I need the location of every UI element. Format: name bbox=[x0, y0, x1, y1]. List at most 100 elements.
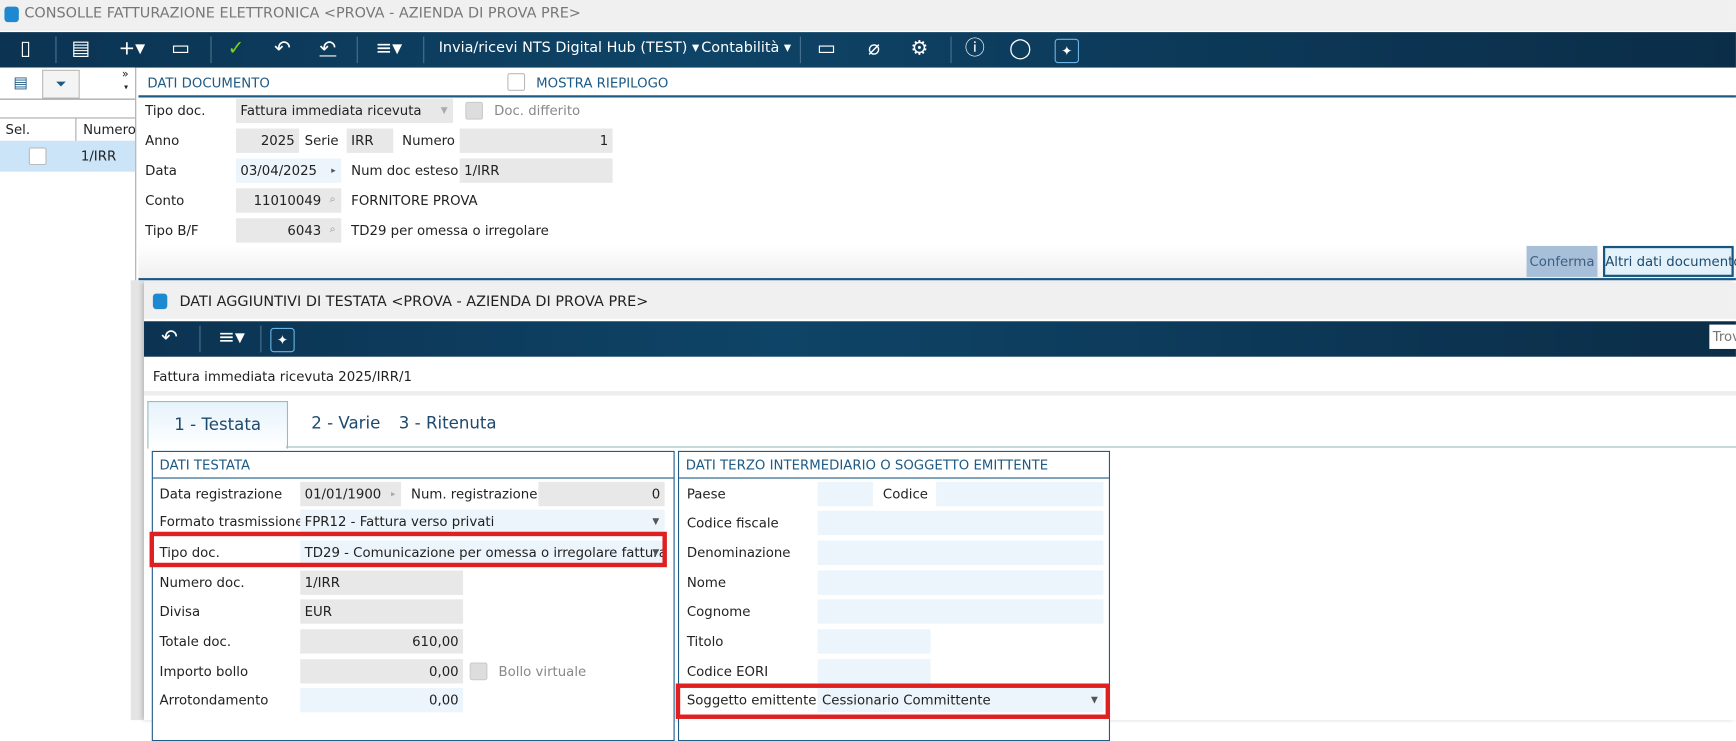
anno-label: Anno bbox=[145, 132, 180, 149]
bollo-virtuale-checkbox[interactable] bbox=[469, 662, 488, 681]
date-picker-icon: ▸ bbox=[331, 165, 336, 176]
codice-fiscale-field[interactable] bbox=[817, 510, 1104, 536]
titolo-label: Titolo bbox=[686, 633, 724, 650]
search-icon: ⌕ bbox=[329, 193, 336, 207]
paese-field[interactable] bbox=[817, 481, 873, 507]
open-folder-icon[interactable]: ▭ bbox=[168, 32, 192, 65]
anno-field[interactable]: 2025 bbox=[235, 128, 300, 153]
formato-trasmissione-label: Formato trasmissione bbox=[159, 514, 304, 530]
num-registrazione-label: Num. registrazione bbox=[410, 486, 538, 502]
app-icon bbox=[4, 6, 19, 23]
find-input[interactable] bbox=[1709, 324, 1736, 349]
panel-toggle-icon[interactable]: ▯ bbox=[13, 32, 37, 65]
monitor-icon[interactable]: ▭ bbox=[814, 32, 838, 65]
cognome-label: Cognome bbox=[686, 603, 751, 620]
tipo-doc-select[interactable]: Fattura immediata ricevuta ▼ bbox=[235, 98, 454, 123]
importo-bollo-label: Importo bollo bbox=[159, 663, 249, 680]
dati-testata-header: DATI TESTATA bbox=[159, 457, 251, 474]
dati-testata-panel: DATI TESTATA Data registrazione 01/01/19… bbox=[151, 450, 675, 741]
back-icon[interactable]: ↶ bbox=[157, 321, 181, 354]
dropdown-icon[interactable]: ▾ bbox=[124, 83, 128, 92]
num-esteso-label: Num doc esteso bbox=[351, 162, 459, 179]
codice-field[interactable] bbox=[936, 481, 1104, 507]
numero-doc-label: Numero doc. bbox=[159, 574, 245, 591]
row-checkbox[interactable] bbox=[28, 147, 47, 166]
gear-icon[interactable]: ⚙ bbox=[907, 32, 931, 65]
conto-field[interactable]: 11010049 ⌕ bbox=[235, 188, 342, 213]
hub-menu[interactable]: Invia/ricevi NTS Digital Hub (TEST) ▾ bbox=[439, 32, 700, 65]
paese-label: Paese bbox=[686, 486, 726, 502]
importo-bollo-field[interactable]: 0,00 bbox=[300, 659, 464, 684]
ai-sparkle-icon[interactable]: ✦ bbox=[1054, 38, 1079, 64]
doc-differito-checkbox[interactable] bbox=[465, 101, 484, 120]
menu-icon[interactable]: ≡▾ bbox=[370, 32, 408, 65]
num-registrazione-field[interactable]: 0 bbox=[538, 481, 665, 507]
table-row[interactable]: 1/IRR bbox=[0, 140, 136, 172]
dialog-app-icon bbox=[152, 293, 168, 310]
arrotondamento-label: Arrotondamento bbox=[159, 692, 269, 708]
paperclip-icon[interactable]: ⌀ bbox=[862, 32, 886, 65]
codice-fiscale-label: Codice fiscale bbox=[686, 515, 779, 531]
col-sel[interactable]: Sel. bbox=[6, 122, 31, 138]
numero-doc-field[interactable]: 1/IRR bbox=[300, 570, 464, 595]
contabilita-menu[interactable]: Contabilità ▾ bbox=[701, 32, 791, 65]
formato-trasmissione-select[interactable]: FPR12 - Fattura verso privati ▼ bbox=[300, 509, 665, 534]
menu-icon[interactable]: ≡▾ bbox=[213, 321, 251, 354]
cognome-field[interactable] bbox=[817, 599, 1104, 624]
tab-testata[interactable]: 1 - Testata bbox=[147, 401, 289, 449]
codice-label: Codice bbox=[882, 486, 928, 502]
doc-differito-label: Doc. differito bbox=[494, 103, 581, 119]
mostra-riepilogo-checkbox[interactable] bbox=[507, 73, 526, 91]
serie-label: Serie bbox=[304, 132, 339, 149]
numero-label: Numero bbox=[402, 132, 455, 149]
serie-field[interactable]: IRR bbox=[346, 128, 394, 153]
ai-sparkle-icon[interactable]: ✦ bbox=[270, 327, 295, 353]
conferma-button[interactable]: Conferma bbox=[1526, 245, 1598, 277]
divisa-field[interactable]: EUR bbox=[300, 599, 464, 624]
nome-field[interactable] bbox=[817, 570, 1104, 595]
dialog-toolbar: ↶ ≡▾ ✦ bbox=[144, 321, 1736, 357]
list-view-icon[interactable]: ▤ bbox=[13, 74, 28, 92]
chat-icon[interactable]: ◯ bbox=[1008, 32, 1032, 65]
help-icon[interactable]: ⓘ bbox=[963, 32, 987, 65]
document-list-icon[interactable]: ▤ bbox=[69, 32, 93, 65]
altri-dati-documento-button[interactable]: Altri dati documento bbox=[1602, 245, 1736, 277]
divisa-label: Divisa bbox=[159, 603, 201, 620]
codice-eori-field[interactable] bbox=[817, 659, 931, 684]
tipobf-field[interactable]: 6043 ⌕ bbox=[235, 218, 342, 243]
document-subtitle: Fattura immediata ricevuta 2025/IRR/1 bbox=[152, 368, 412, 385]
tipobf-label: Tipo B/F bbox=[145, 222, 199, 239]
totale-doc-field[interactable]: 610,00 bbox=[300, 629, 464, 654]
denominazione-field[interactable] bbox=[817, 540, 1104, 565]
data-field[interactable]: 03/04/2025 ▸ bbox=[235, 158, 342, 183]
mostra-riepilogo-label: MOSTRA RIEPILOGO bbox=[536, 75, 669, 91]
title-bar: CONSOLLE FATTURAZIONE ELETTRONICA <PROVA… bbox=[0, 0, 1736, 32]
filter-tab[interactable]: ⏷ bbox=[42, 69, 80, 99]
col-numero[interactable]: Numero bbox=[83, 122, 136, 138]
data-label: Data bbox=[145, 162, 177, 179]
codice-eori-label: Codice EORI bbox=[686, 663, 769, 680]
search-icon: ⌕ bbox=[329, 223, 336, 236]
dialog-title: DATI AGGIUNTIVI DI TESTATA <PROVA - AZIE… bbox=[179, 293, 649, 311]
confirm-check-icon[interactable]: ✓ bbox=[224, 32, 248, 65]
num-esteso-field[interactable]: 1/IRR bbox=[459, 158, 613, 183]
titolo-field[interactable] bbox=[817, 629, 931, 654]
expand-icon[interactable]: » bbox=[122, 69, 129, 81]
arrotondamento-field[interactable]: 0,00 bbox=[300, 687, 464, 713]
left-panel: ▤ ⏷ » ▾ Sel. Numero 1/IRR bbox=[0, 67, 137, 721]
add-icon[interactable]: +▾ bbox=[113, 32, 151, 65]
denominazione-label: Denominazione bbox=[686, 545, 791, 561]
row-numero: 1/IRR bbox=[80, 148, 117, 164]
main-toolbar: ▯ ▤ +▾ ▭ ✓ ↶ ↶ ≡▾ Invia/ricevi NTS Digit… bbox=[0, 32, 1736, 68]
undo-icon[interactable]: ↶ bbox=[270, 32, 294, 65]
tab-ritenuta[interactable]: 3 - Ritenuta bbox=[399, 401, 497, 445]
undo-all-icon[interactable]: ↶ bbox=[316, 32, 340, 65]
data-registrazione-label: Data registrazione bbox=[159, 486, 283, 502]
tab-varie[interactable]: 2 - Varie bbox=[311, 401, 380, 445]
highlight-soggetto-emittente bbox=[675, 683, 1111, 719]
dati-terzo-header: DATI TERZO INTERMEDIARIO O SOGGETTO EMIT… bbox=[685, 457, 1049, 474]
data-registrazione-field[interactable]: 01/01/1900 ▸ bbox=[300, 481, 402, 507]
section-header: DATI DOCUMENTO bbox=[147, 75, 270, 91]
numero-field[interactable]: 1 bbox=[459, 128, 613, 153]
window-title: CONSOLLE FATTURAZIONE ELETTRONICA <PROVA… bbox=[24, 5, 581, 23]
